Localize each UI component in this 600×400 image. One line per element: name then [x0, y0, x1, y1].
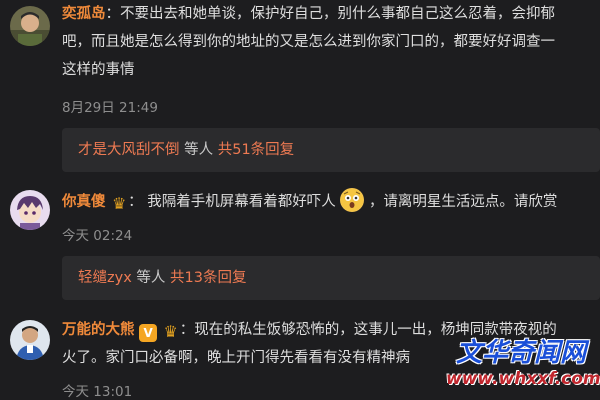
- reply-username[interactable]: 轻缱zyx: [62, 270, 132, 286]
- colon: ：: [179, 322, 195, 338]
- avatar[interactable]: [10, 6, 50, 46]
- colon: ：: [128, 194, 143, 210]
- username-link[interactable]: 你真傻: [62, 194, 106, 210]
- scared-face-emoji-icon: [340, 188, 365, 212]
- comment-item: 你真傻 ♛： 我隔着手机屏幕看着都好吓人 ，请离明星生活远点。请欣赏 今天 02…: [0, 184, 600, 254]
- comment-line-1: 现在的私生饭够恐怖的，这事儿一出，杨坤同款带夜视的: [194, 322, 557, 338]
- comment-timestamp: 今天 02:24: [62, 228, 133, 244]
- user-avatar-image: [10, 190, 50, 230]
- crown-icon: ♛: [163, 322, 178, 341]
- watermark-title: 文华奇闻网: [455, 338, 586, 368]
- comment-feed: 奕孤岛：不要出去和她单谈，保护好自己，别什么事都自己这么忍着，会抑郁 吧，而且她…: [0, 0, 600, 400]
- comment-text: 奕孤岛：不要出去和她单谈，保护好自己，别什么事都自己这么忍着，会抑郁 吧，而且她…: [62, 0, 600, 84]
- comment-line-2: 火了。家门口必备啊，晚上开门得先看看有没有精神病: [62, 350, 410, 366]
- reply-summary-bar[interactable]: 才是大风刮不倒 等人 共51条回复: [62, 128, 600, 172]
- comment-text: 你真傻 ♛： 我隔着手机屏幕看着都好吓人 ，请离明星生活远点。请欣赏: [62, 188, 600, 216]
- reply-count-link[interactable]: 共51条回复: [218, 142, 294, 158]
- comment-text-part-2: ，请离明星生活远点。请欣赏: [368, 194, 558, 210]
- comment-line-2: 吧，而且她是怎么得到你的地址的又是怎么进到你家门口的，都要好好调查一: [62, 34, 555, 50]
- crown-icon: ♛: [111, 194, 127, 213]
- comment-line-3: 这样的事情: [62, 62, 135, 78]
- avatar[interactable]: [10, 320, 50, 360]
- comment-timestamp: 8月29日 21:49: [62, 100, 158, 116]
- reply-mid-text: 等人: [179, 142, 218, 158]
- site-watermark: 文华奇闻网 www.whxxf.com: [446, 338, 600, 394]
- reply-mid-text: 等人: [131, 270, 170, 286]
- reply-summary-bar[interactable]: 轻缱zyx 等人 共13条回复: [62, 256, 600, 300]
- user-avatar-image: [10, 6, 50, 46]
- comment-line-1: 不要出去和她单谈，保护好自己，别什么事都自己这么忍着，会抑郁: [120, 6, 555, 22]
- reply-count-link[interactable]: 共13条回复: [170, 270, 246, 286]
- username-link[interactable]: 奕孤岛: [62, 6, 106, 22]
- comment-item: 奕孤岛：不要出去和她单谈，保护好自己，别什么事都自己这么忍着，会抑郁 吧，而且她…: [0, 0, 600, 120]
- avatar[interactable]: [10, 190, 50, 230]
- username-link[interactable]: 万能的大熊: [62, 322, 135, 338]
- comment-text-part-1: 我隔着手机屏幕看着都好吓人: [147, 194, 336, 210]
- verified-v-icon: V: [139, 324, 158, 342]
- comment-timestamp: 今天 13:01: [62, 384, 133, 400]
- colon: ：: [105, 6, 121, 22]
- watermark-url: www.whxxf.com: [446, 369, 600, 389]
- user-avatar-image: [10, 320, 50, 360]
- reply-username[interactable]: 才是大风刮不倒: [62, 142, 180, 158]
